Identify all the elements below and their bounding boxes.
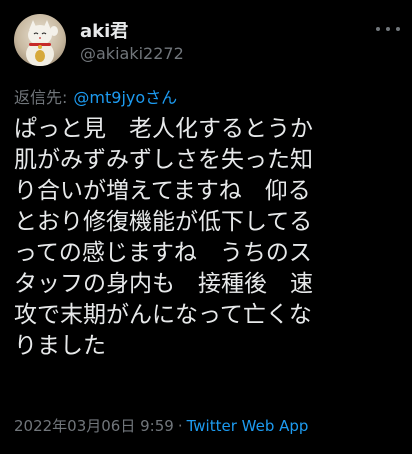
avatar[interactable] bbox=[14, 14, 66, 66]
more-dot bbox=[376, 27, 380, 31]
tweet-body: ぱっと見 老人化するとうか 肌がみずみずしさを失った知 り合いが増えてますね 仰… bbox=[14, 114, 406, 362]
tweet-line: りました bbox=[14, 333, 106, 359]
timestamp-link[interactable]: 2022年03月06日 9:59 bbox=[14, 417, 174, 435]
tweet-meta: 2022年03月06日 9:59 · Twitter Web App bbox=[14, 415, 308, 436]
more-options-icon[interactable] bbox=[376, 20, 400, 38]
user-handle[interactable]: @akiaki2272 bbox=[80, 44, 184, 63]
tweet-line: とおり修復機能が低下してる bbox=[14, 209, 313, 235]
tweet-line: 攻で末期がんになって亡くな bbox=[14, 302, 312, 328]
tweet-line: り合いが増えてますね 仰る bbox=[14, 178, 311, 204]
more-dot bbox=[386, 27, 390, 31]
tweet-card: aki君 @akiaki2272 返信先: @mt9jyoさん ぱっと見 老人化す… bbox=[0, 0, 412, 454]
tweet-line: っての感じますね うちのス bbox=[14, 240, 312, 266]
tweet-line: ぱっと見 老人化するとうか bbox=[14, 116, 313, 142]
reply-context: 返信先: @mt9jyoさん bbox=[14, 84, 177, 108]
tweet-line: タッフの身内も 接種後 速 bbox=[14, 271, 313, 297]
reply-mention-link[interactable]: @mt9jyoさん bbox=[73, 88, 177, 107]
reply-label: 返信先: bbox=[14, 88, 68, 107]
display-name[interactable]: aki君 bbox=[80, 17, 128, 43]
more-dot bbox=[396, 27, 400, 31]
meta-separator: · bbox=[177, 417, 183, 435]
maneki-neko-avatar-icon bbox=[26, 20, 58, 66]
tweet-line: 肌がみずみずしさを失った知 bbox=[14, 147, 313, 173]
source-app-link[interactable]: Twitter Web App bbox=[187, 417, 309, 435]
